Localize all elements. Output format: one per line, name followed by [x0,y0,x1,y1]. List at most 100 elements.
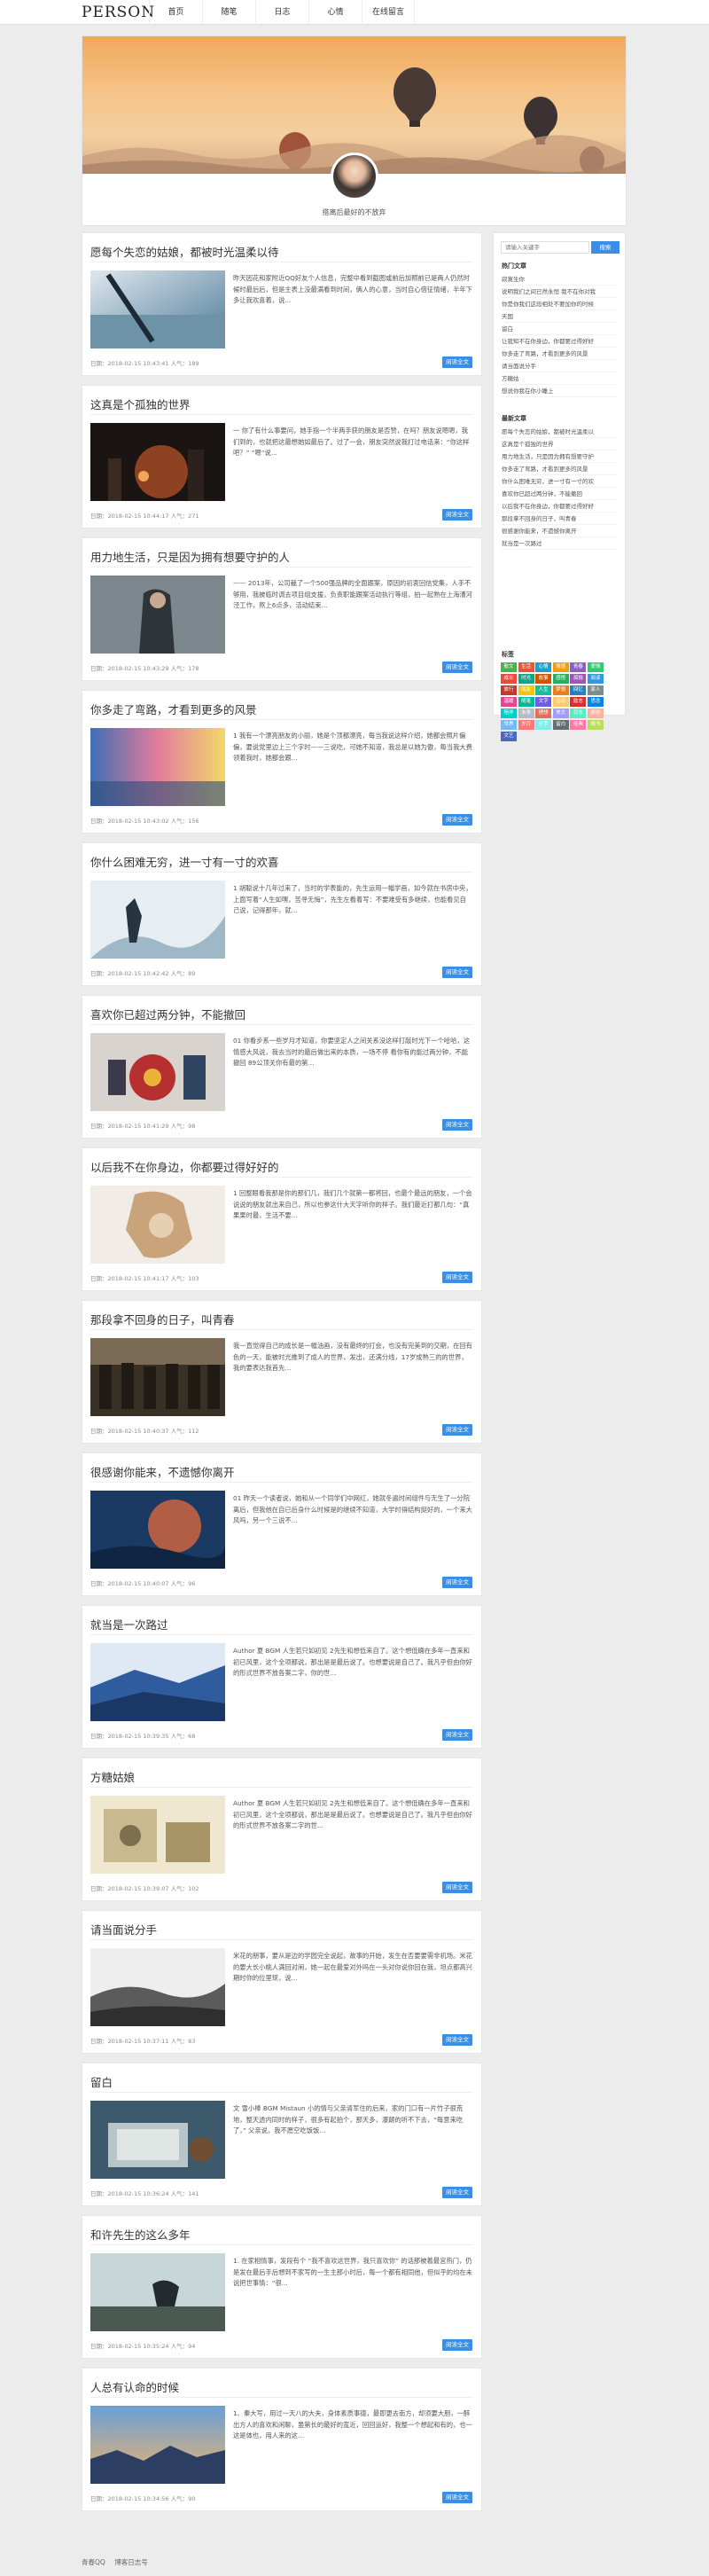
tag-chip[interactable]: 旅行 [501,685,517,695]
tag-chip[interactable]: 文字 [535,697,552,707]
read-more-button[interactable]: 阅读全文 [442,1882,472,1893]
post-thumbnail[interactable] [90,1186,225,1264]
recent-post-link[interactable]: 这真是个孤独的世界 [502,439,617,450]
tag-chip[interactable]: 青春 [570,662,587,672]
tag-chip[interactable]: 阅读 [587,674,604,684]
tag-chip[interactable]: 回忆 [570,685,587,695]
read-more-button[interactable]: 阅读全文 [442,1424,472,1436]
post-title[interactable]: 方糖姑娘 [90,1768,135,1785]
search-button[interactable]: 搜索 [591,241,619,254]
nav-item-guestbook[interactable]: 在线留言 [362,0,415,25]
tag-chip[interactable]: 孤独 [570,674,587,684]
post-title[interactable]: 你什么困难无穷，进一寸有一寸的欢喜 [90,853,279,870]
post-title[interactable]: 请当面说分手 [90,1921,157,1938]
tag-chip[interactable]: 心情 [535,662,552,672]
hot-post-link[interactable]: 让我知不在你身边，你都要过得好好 [502,336,617,348]
recent-post-link[interactable]: 你什么困难无穷，进一寸有一寸的欢 [502,476,617,488]
tag-chip[interactable]: 情书 [587,720,604,730]
post-title[interactable]: 用力地生活，只是因为拥有想要守护的人 [90,548,290,565]
tag-chip[interactable]: 温暖 [501,697,517,707]
tag-chip[interactable]: 随笔 [518,697,534,707]
tag-chip[interactable]: 美文 [552,709,569,718]
post-thumbnail[interactable] [90,881,225,959]
tag-chip[interactable]: 成长 [501,674,517,684]
hot-post-link[interactable]: 天国 [502,311,617,323]
tag-chip[interactable]: 生活 [518,662,534,672]
read-more-button[interactable]: 阅读全文 [442,2339,472,2351]
recent-post-link[interactable]: 用力地生活，只是因为拥有想要守护 [502,451,617,463]
read-more-button[interactable]: 阅读全文 [442,1729,472,1741]
post-thumbnail[interactable] [90,575,225,654]
tag-chip[interactable]: 时光 [518,674,534,684]
tag-chip[interactable]: 故事 [535,674,552,684]
post-title[interactable]: 就当是一次路过 [90,1616,168,1633]
post-thumbnail[interactable] [90,1948,225,2026]
tag-chip[interactable]: 未来 [518,709,534,718]
read-more-button[interactable]: 阅读全文 [442,662,472,673]
tag-chip[interactable]: 散文 [501,662,517,672]
post-thumbnail[interactable] [90,1796,225,1874]
post-thumbnail[interactable] [90,2253,225,2331]
search-input[interactable] [501,241,589,254]
post-thumbnail[interactable] [90,2101,225,2179]
avatar[interactable] [331,153,378,200]
read-more-button[interactable]: 阅读全文 [442,1272,472,1283]
post-title[interactable]: 那段拿不回身的日子，叫青春 [90,1311,235,1327]
post-thumbnail[interactable] [90,1338,225,1416]
hot-post-link[interactable]: 方糖姑 [502,373,617,385]
nav-item-essays[interactable]: 随笔 [202,0,255,25]
post-title[interactable]: 喜欢你已超过两分钟，不能撤回 [90,1006,245,1022]
post-title[interactable]: 很感谢你能来，不遗憾你离开 [90,1463,235,1480]
post-title[interactable]: 人总有认命的时候 [90,2378,179,2395]
tag-chip[interactable]: 分手 [535,720,552,730]
post-thumbnail[interactable] [90,728,225,806]
read-more-button[interactable]: 阅读全文 [442,814,472,826]
post-thumbnail[interactable] [90,1643,225,1721]
recent-post-link[interactable]: 愿每个失恋的姑娘，都被时光温柔以 [502,427,617,438]
tag-chip[interactable]: 人生 [535,685,552,695]
post-thumbnail[interactable] [90,1491,225,1569]
tag-chip[interactable]: 家人 [587,685,604,695]
tag-chip[interactable]: 思念 [587,697,604,707]
post-thumbnail[interactable] [90,1033,225,1111]
recent-post-link[interactable]: 以后我不在你身边，你都要过得好好 [502,501,617,513]
tag-chip[interactable]: 文艺 [501,732,517,741]
tag-chip[interactable]: 世界 [501,720,517,730]
post-thumbnail[interactable] [90,423,225,501]
read-more-button[interactable]: 阅读全文 [442,1577,472,1588]
footer-link[interactable]: 博客日志号 [114,2558,148,2566]
site-logo[interactable]: PERSON [82,4,155,21]
read-more-button[interactable]: 阅读全文 [442,967,472,978]
tag-chip[interactable]: 日志 [570,709,587,718]
tag-chip[interactable]: 理想 [535,709,552,718]
nav-item-mood[interactable]: 心情 [308,0,362,25]
post-title[interactable]: 这真是个孤独的世界 [90,395,191,412]
post-title[interactable]: 愿每个失恋的姑娘，都被时光温柔以待 [90,243,279,260]
read-more-button[interactable]: 阅读全文 [442,2187,472,2198]
recent-post-link[interactable]: 很感谢你能来，不遗憾你离开 [502,526,617,537]
tag-chip[interactable]: 情感 [552,662,569,672]
hot-post-link[interactable]: 想说你我在你小睡上 [502,386,617,397]
tag-chip[interactable]: 原创 [587,709,604,718]
recent-post-link[interactable]: 你多走了弯路，才看到更多的风景 [502,464,617,475]
hot-post-link[interactable]: 留白 [502,324,617,335]
nav-item-home[interactable]: 首页 [149,0,202,25]
post-title[interactable]: 以后我不在你身边，你都要过得好好的 [90,1158,279,1175]
tag-chip[interactable]: 感悟 [552,674,569,684]
post-thumbnail[interactable] [90,2406,225,2484]
hot-post-link[interactable]: 说明我们之间已然永恒 我不在你对我 [502,286,617,298]
read-more-button[interactable]: 阅读全文 [442,356,472,368]
footer-link[interactable]: 青春QQ [82,2558,105,2566]
read-more-button[interactable]: 阅读全文 [442,2034,472,2046]
post-thumbnail[interactable] [90,270,225,348]
hot-post-link[interactable]: 请当面说分手 [502,361,617,372]
recent-post-link[interactable]: 那段拿不回身的日子，叫青春 [502,513,617,525]
read-more-button[interactable]: 阅读全文 [442,2492,472,2503]
tag-chip[interactable]: 朋友 [518,685,534,695]
recent-post-link[interactable]: 就当是一次路过 [502,538,617,550]
hot-post-link[interactable]: 寂寞生你 [502,274,617,286]
recent-post-link[interactable]: 喜欢你已超过两分钟，不能撤回 [502,489,617,500]
tag-chip[interactable]: 治愈 [552,697,569,707]
post-title[interactable]: 和许先生的这么多年 [90,2226,191,2243]
tag-chip[interactable]: 陪伴 [501,709,517,718]
